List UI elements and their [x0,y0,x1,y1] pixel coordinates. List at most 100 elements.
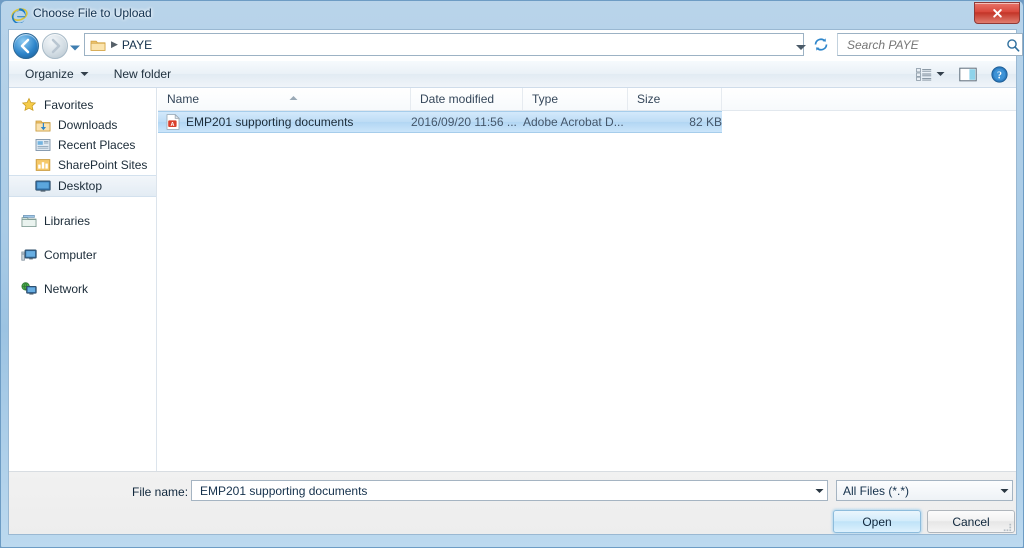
file-name-label: File name: [132,485,189,499]
sidebar-label: Network [44,282,89,296]
close-icon [992,8,1002,18]
sidebar-label: Computer [44,248,97,262]
column-header-row: Name Date modified Type Size [158,88,1016,111]
command-bar: Organize New folder ? [9,61,1016,88]
column-header-type[interactable]: Type [523,88,628,110]
view-mode-button[interactable] [910,65,951,84]
back-arrow-icon [20,38,30,54]
dialog-footer: File name: All Files (*.*) Open Cancel [9,471,1016,534]
help-button[interactable]: ? [985,63,1014,86]
svg-text:A: A [170,122,174,128]
sidebar-label: Favorites [44,98,94,112]
sidebar-item-sharepoint-sites[interactable]: SharePoint Sites [9,155,156,175]
file-date-cell: 2016/09/20 11:56 ... [411,115,517,129]
sidebar-item-downloads[interactable]: Downloads [9,115,156,135]
column-header-date-modified[interactable]: Date modified [411,88,523,110]
column-label: Name [167,92,200,106]
organize-label: Organize [25,67,74,81]
back-button[interactable] [13,33,39,59]
new-folder-label: New folder [113,67,172,81]
pdf-file-icon: A [166,113,180,130]
navigation-bar: ▶ PAYE [9,30,1023,60]
sidebar-item-desktop[interactable]: Desktop [9,175,156,197]
table-row[interactable]: A EMP201 supporting documents 2016/09/20… [158,111,722,133]
sidebar-label: Downloads [58,118,118,132]
libraries-icon [21,213,37,229]
file-type-value: All Files (*.*) [843,483,910,498]
address-dropdown-button[interactable] [795,39,807,50]
title-bar[interactable]: Choose File to Upload [1,1,1023,29]
close-button[interactable] [974,2,1020,24]
cancel-label: Cancel [952,514,990,529]
organize-button[interactable]: Organize [16,64,98,84]
sort-ascending-icon [289,88,298,100]
column-header-name[interactable]: Name [158,88,411,110]
chevron-down-icon [1000,488,1008,493]
sidebar-label: Desktop [58,179,103,193]
breadcrumb[interactable]: PAYE [122,38,152,52]
sidebar-item-computer[interactable]: Computer [9,245,156,265]
navigation-pane: Favorites Downloads Recent Places ShareP… [9,88,157,471]
chevron-down-icon [936,72,945,76]
refresh-button[interactable] [812,36,830,53]
preview-pane-button[interactable] [953,64,983,85]
file-upload-dialog: Choose File to Upload ▶ PAYE Search PAYE… [0,0,1024,548]
content-area: Favorites Downloads Recent Places ShareP… [9,88,1016,471]
history-dropdown-button[interactable] [69,40,81,51]
sharepoint-sites-icon [35,157,51,173]
breadcrumb-separator: ▶ [111,39,118,49]
computer-icon [21,247,37,263]
folder-icon [90,38,106,52]
sidebar-item-recent-places[interactable]: Recent Places [9,135,156,155]
sidebar-item-network[interactable]: Network [9,279,156,299]
internet-explorer-icon [11,6,28,24]
file-size-cell: 82 KB [689,115,722,129]
sidebar-item-favorites[interactable]: Favorites [9,95,156,115]
sidebar-label: SharePoint Sites [58,158,148,172]
search-input[interactable] [845,36,1006,53]
recent-places-icon [35,137,51,153]
search-box[interactable] [837,33,1023,56]
new-folder-button[interactable]: New folder [105,64,180,84]
view-list-icon [916,67,932,81]
chevron-down-icon [796,45,806,50]
refresh-icon [814,38,828,51]
star-icon [21,97,37,113]
chevron-down-icon [80,72,89,76]
window-title: Choose File to Upload [33,6,152,20]
open-label: Open [862,514,892,529]
sidebar-label: Recent Places [58,138,136,152]
column-label: Size [637,92,661,106]
network-icon [21,281,37,297]
search-icon [1006,38,1020,52]
column-label: Type [532,92,559,106]
column-header-size[interactable]: Size [628,88,722,110]
file-name-input[interactable] [198,482,811,499]
sidebar-item-libraries[interactable]: Libraries [9,211,156,231]
preview-pane-icon [959,67,977,81]
file-name-cell[interactable]: A EMP201 supporting documents [158,112,411,132]
file-name-combo[interactable] [191,480,828,501]
forward-button[interactable] [42,33,68,59]
file-type-combo[interactable]: All Files (*.*) [836,480,1013,501]
file-type-cell: Adobe Acrobat D... [523,115,624,129]
chevron-down-icon [70,45,80,51]
file-type-dropdown-button[interactable] [996,481,1012,500]
sidebar-label: Libraries [44,214,91,228]
forward-arrow-icon [51,38,61,54]
column-label: Date modified [420,92,495,106]
help-icon: ? [991,65,1008,83]
file-name-text: EMP201 supporting documents [186,115,354,129]
file-list-pane: Name Date modified Type Size A EMP201 su… [158,88,1016,471]
downloads-folder-icon [35,117,51,133]
open-button[interactable]: Open [833,510,921,533]
desktop-icon [35,178,51,194]
file-name-dropdown-button[interactable] [811,481,827,500]
chevron-down-icon [815,488,823,493]
address-bar[interactable]: ▶ PAYE [84,33,804,56]
svg-text:?: ? [997,70,1002,81]
resize-grip[interactable] [1001,520,1013,532]
